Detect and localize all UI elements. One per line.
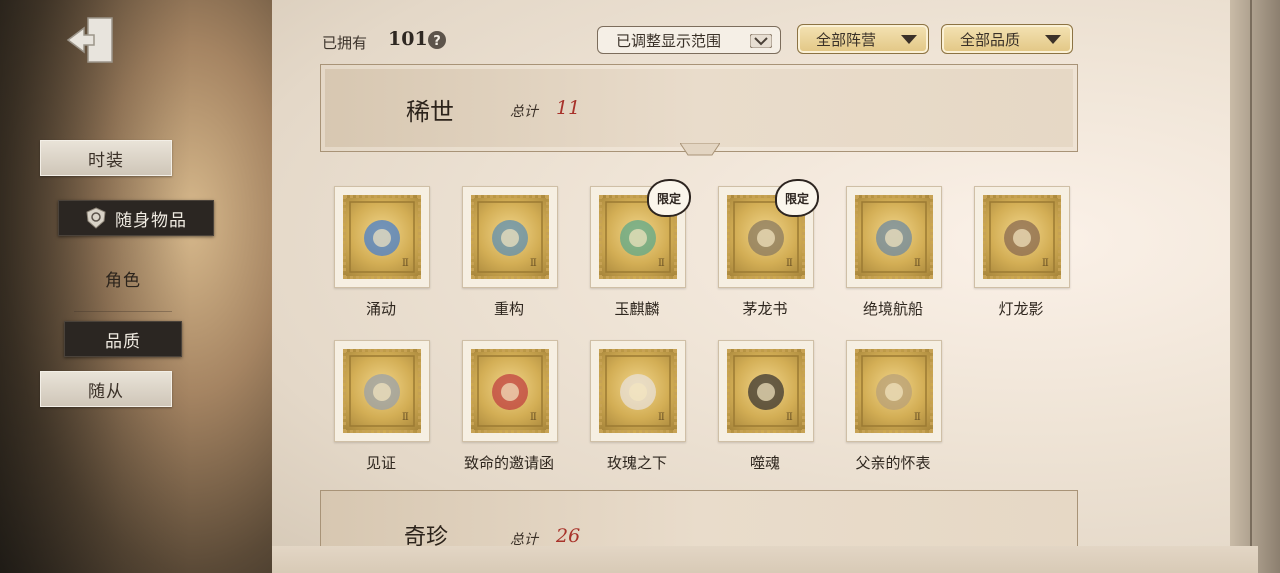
item-card[interactable]: Ⅱ 绝境航船 (842, 186, 944, 318)
shield-badge-icon (86, 207, 106, 229)
dropdown-label: 已调整显示范围 (616, 31, 722, 50)
item-name: 玫瑰之下 (606, 454, 667, 472)
item-frame: Ⅱ (462, 186, 558, 288)
item-art-icon: Ⅱ (861, 355, 927, 427)
owned-label: 已拥有 (322, 34, 368, 52)
svg-text:Ⅱ: Ⅱ (402, 258, 409, 269)
item-name: 绝境航船 (862, 300, 923, 318)
panel-edge (1230, 0, 1280, 573)
svg-text:Ⅱ: Ⅱ (402, 412, 409, 423)
item-stamp: Ⅱ (983, 195, 1061, 279)
item-frame: Ⅱ (718, 340, 814, 442)
limited-badge: 限定 (775, 179, 819, 217)
item-stamp: Ⅱ (727, 349, 805, 433)
item-name: 见证 (365, 454, 396, 472)
svg-text:Ⅱ: Ⅱ (914, 258, 921, 269)
item-frame: Ⅱ (846, 340, 942, 442)
sidebar-item-costume[interactable]: 时装 (40, 140, 172, 176)
caret-down-icon (1045, 35, 1061, 44)
item-name: 涌动 (365, 300, 396, 318)
item-art-icon: Ⅱ (989, 201, 1055, 273)
panel-edge-line (1250, 0, 1252, 573)
section-title: 稀世 (406, 98, 454, 126)
banner-notch (680, 143, 720, 156)
item-name: 茅龙书 (742, 300, 788, 318)
owned-count: 101 (388, 28, 428, 50)
item-name: 噬魂 (749, 454, 780, 472)
svg-text:Ⅱ: Ⅱ (658, 258, 665, 269)
svg-text:Ⅱ: Ⅱ (530, 258, 537, 269)
item-stamp: Ⅱ (855, 195, 933, 279)
item-card[interactable]: Ⅱ 玫瑰之下 (586, 340, 688, 472)
item-frame: Ⅱ 限定 (718, 179, 819, 288)
item-name: 玉麒麟 (614, 300, 660, 318)
item-name: 父亲的怀表 (855, 454, 931, 472)
svg-text:Ⅱ: Ⅱ (914, 412, 921, 423)
item-card[interactable]: Ⅱ 限定玉麒麟 (586, 179, 691, 318)
help-icon[interactable]: ? (427, 30, 447, 50)
svg-text:Ⅱ: Ⅱ (658, 412, 665, 423)
item-name: 灯龙影 (998, 300, 1044, 318)
svg-text:?: ? (433, 34, 441, 49)
limited-badge: 限定 (647, 179, 691, 217)
item-art-icon: Ⅱ (349, 201, 415, 273)
item-card[interactable]: Ⅱ 重构 (458, 186, 560, 318)
panel-bottom-edge (272, 546, 1258, 573)
sidebar-item-label: 随从 (88, 381, 124, 402)
item-stamp: Ⅱ (343, 195, 421, 279)
section-total-value: 11 (556, 97, 581, 119)
item-name: 重构 (493, 300, 524, 318)
sidebar-divider (74, 311, 172, 312)
item-card[interactable]: Ⅱ 涌动 (330, 186, 432, 318)
svg-text:Ⅱ: Ⅱ (530, 412, 537, 423)
section-total-value: 26 (556, 525, 581, 547)
item-stamp: Ⅱ (855, 349, 933, 433)
sidebar-item-character[interactable]: 角色 (58, 261, 188, 295)
item-frame: Ⅱ (974, 186, 1070, 288)
svg-text:Ⅱ: Ⅱ (1042, 258, 1049, 269)
item-frame: Ⅱ (334, 340, 430, 442)
section-total-label: 总计 (510, 104, 538, 120)
item-frame: Ⅱ (846, 186, 942, 288)
dropdown-label: 全部阵营 (816, 30, 877, 49)
sidebar-item-quality[interactable]: 品质 (64, 321, 182, 357)
sidebar-item-accessories[interactable]: 随身物品 (58, 200, 214, 236)
sidebar-item-label: 随身物品 (115, 210, 187, 231)
item-card[interactable]: Ⅱ 噬魂 (714, 340, 816, 472)
faction-filter-dropdown[interactable]: 全部阵营 (797, 24, 929, 54)
exit-icon[interactable] (64, 12, 120, 68)
item-art-icon: Ⅱ (349, 355, 415, 427)
sidebar-item-label: 时装 (88, 150, 124, 171)
item-frame: Ⅱ (590, 340, 686, 442)
item-card[interactable]: Ⅱ 限定茅龙书 (714, 179, 819, 318)
dropdown-label: 全部品质 (960, 30, 1021, 49)
quality-filter-dropdown[interactable]: 全部品质 (941, 24, 1073, 54)
item-stamp: Ⅱ (343, 349, 421, 433)
svg-text:Ⅱ: Ⅱ (786, 258, 793, 269)
item-card[interactable]: Ⅱ 灯龙影 (970, 186, 1072, 318)
chevron-down-icon (750, 34, 772, 48)
item-art-icon: Ⅱ (605, 355, 671, 427)
item-card[interactable]: Ⅱ 见证 (330, 340, 432, 472)
sidebar-item-label: 品质 (105, 331, 141, 352)
item-card[interactable]: Ⅱ 致命的邀请函 (458, 340, 560, 472)
sidebar-item-follower[interactable]: 随从 (40, 371, 172, 407)
sidebar-item-label: 角色 (105, 270, 141, 291)
item-stamp: Ⅱ (471, 349, 549, 433)
item-frame: Ⅱ 限定 (590, 179, 691, 288)
item-stamp: Ⅱ (471, 195, 549, 279)
item-frame: Ⅱ (462, 340, 558, 442)
item-art-icon: Ⅱ (733, 355, 799, 427)
item-art-icon: Ⅱ (477, 355, 543, 427)
display-range-dropdown[interactable]: 已调整显示范围 (597, 26, 781, 54)
svg-text:Ⅱ: Ⅱ (786, 412, 793, 423)
item-card[interactable]: Ⅱ 父亲的怀表 (842, 340, 944, 472)
item-art-icon: Ⅱ (477, 201, 543, 273)
item-art-icon: Ⅱ (861, 201, 927, 273)
caret-down-icon (901, 35, 917, 44)
item-name: 致命的邀请函 (463, 454, 554, 472)
item-frame: Ⅱ (334, 186, 430, 288)
item-stamp: Ⅱ (599, 349, 677, 433)
